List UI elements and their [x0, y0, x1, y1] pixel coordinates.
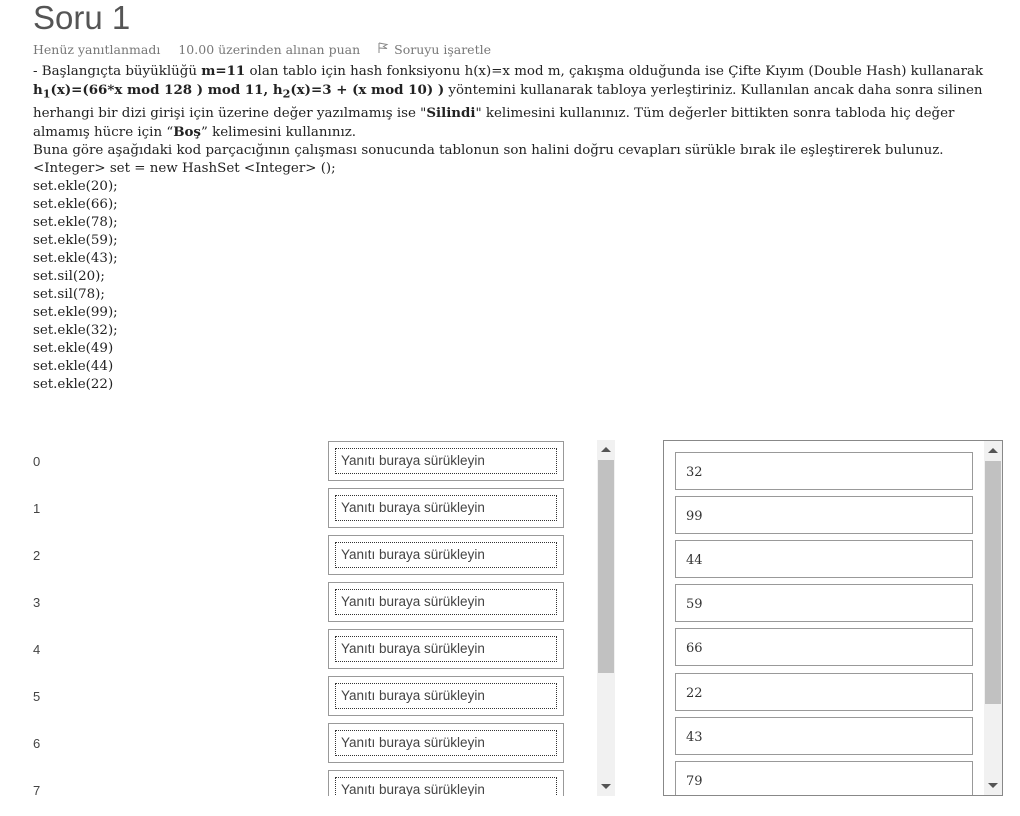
code-line: set.ekle(20);	[33, 178, 118, 194]
answer-status: Henüz yanıtlanmadı	[33, 42, 161, 57]
scrollbar-thumb[interactable]	[985, 461, 1001, 704]
question-title: Soru 1	[33, 0, 131, 36]
drag-option[interactable]: 99	[675, 496, 973, 534]
scroll-down-icon[interactable]	[988, 783, 998, 788]
answer-table-scrollbar[interactable]	[597, 440, 615, 796]
drop-placeholder: Yanıtı buraya sürükleyin	[335, 495, 557, 521]
table-row: 6 Yanıtı buraya sürükleyin	[0, 723, 600, 765]
code-line: set.ekle(32);	[33, 322, 118, 338]
drop-placeholder: Yanıtı buraya sürükleyin	[335, 636, 557, 662]
question-text: - Başlangıçta büyüklüğü m=11 olan tablo …	[33, 62, 1005, 394]
row-index: 5	[33, 689, 41, 704]
drop-zone[interactable]: Yanıtı buraya sürükleyin	[328, 770, 564, 796]
drop-zone[interactable]: Yanıtı buraya sürükleyin	[328, 676, 564, 716]
table-row: 7 Yanıtı buraya sürükleyin	[0, 770, 600, 796]
code-line: set.ekle(44)	[33, 358, 114, 374]
table-row: 3 Yanıtı buraya sürükleyin	[0, 582, 600, 624]
code-block: <Integer> set = new HashSet <Integer> ()…	[33, 160, 1005, 394]
points-info: 10.00 üzerinden alınan puan	[178, 42, 361, 57]
drag-option[interactable]: 66	[675, 628, 973, 666]
drop-zone[interactable]: Yanıtı buraya sürükleyin	[328, 488, 564, 528]
drop-placeholder: Yanıtı buraya sürükleyin	[335, 777, 557, 796]
scroll-down-icon[interactable]	[601, 784, 611, 789]
row-index: 4	[33, 642, 41, 657]
drag-option[interactable]: 44	[675, 540, 973, 578]
code-line: set.ekle(22)	[33, 376, 114, 392]
scroll-up-icon[interactable]	[601, 447, 611, 452]
code-line: set.sil(20);	[33, 268, 105, 284]
table-row: 2 Yanıtı buraya sürükleyin	[0, 535, 600, 577]
drop-placeholder: Yanıtı buraya sürükleyin	[335, 448, 557, 474]
row-index: 3	[33, 595, 41, 610]
table-row: 1 Yanıtı buraya sürükleyin	[0, 488, 600, 530]
code-line: set.ekle(43);	[33, 250, 118, 266]
row-index: 6	[33, 736, 41, 751]
drag-option[interactable]: 32	[675, 452, 973, 490]
drop-placeholder: Yanıtı buraya sürükleyin	[335, 589, 557, 615]
question-paragraph: - Başlangıçta büyüklüğü m=11 olan tablo …	[33, 63, 984, 140]
drop-zone[interactable]: Yanıtı buraya sürükleyin	[328, 629, 564, 669]
flag-icon	[378, 42, 389, 57]
scrollbar-thumb[interactable]	[598, 460, 614, 673]
drop-zone[interactable]: Yanıtı buraya sürükleyin	[328, 723, 564, 763]
options-scrollbar[interactable]	[984, 441, 1002, 795]
answer-table: 0 Yanıtı buraya sürükleyin 1 Yanıtı bura…	[0, 440, 600, 796]
drag-option[interactable]: 79	[675, 761, 973, 795]
code-line: set.sil(78);	[33, 286, 105, 302]
drop-placeholder: Yanıtı buraya sürükleyin	[335, 730, 557, 756]
row-index: 1	[33, 501, 41, 516]
answer-options-panel: 32 99 44 59 66 22 43 79	[663, 440, 1003, 796]
table-row: 5 Yanıtı buraya sürükleyin	[0, 676, 600, 718]
flag-question-link[interactable]: Soruyu işaretle	[378, 42, 491, 57]
row-index: 7	[33, 783, 41, 796]
drop-zone[interactable]: Yanıtı buraya sürükleyin	[328, 582, 564, 622]
table-row: 0 Yanıtı buraya sürükleyin	[0, 441, 600, 483]
drop-zone[interactable]: Yanıtı buraya sürükleyin	[328, 535, 564, 575]
flag-label: Soruyu işaretle	[394, 42, 491, 57]
code-line: set.ekle(66);	[33, 196, 118, 212]
code-line: set.ekle(49)	[33, 340, 114, 356]
drag-option[interactable]: 22	[675, 673, 973, 711]
drop-placeholder: Yanıtı buraya sürükleyin	[335, 542, 557, 568]
code-line: set.ekle(59);	[33, 232, 118, 248]
drag-option[interactable]: 43	[675, 717, 973, 755]
drag-option[interactable]: 59	[675, 584, 973, 622]
question-meta: Henüz yanıtlanmadı 10.00 üzerinden alına…	[33, 42, 491, 57]
scroll-up-icon[interactable]	[988, 448, 998, 453]
code-line: set.ekle(99);	[33, 304, 118, 320]
code-line: set.ekle(78);	[33, 214, 118, 230]
question-instruction: Buna göre aşağıdaki kod parçacığının çal…	[33, 142, 944, 158]
row-index: 0	[33, 454, 41, 469]
row-index: 2	[33, 548, 41, 563]
drop-zone[interactable]: Yanıtı buraya sürükleyin	[328, 441, 564, 481]
code-line: <Integer> set = new HashSet <Integer> ()…	[33, 160, 336, 176]
table-row: 4 Yanıtı buraya sürükleyin	[0, 629, 600, 671]
drop-placeholder: Yanıtı buraya sürükleyin	[335, 683, 557, 709]
